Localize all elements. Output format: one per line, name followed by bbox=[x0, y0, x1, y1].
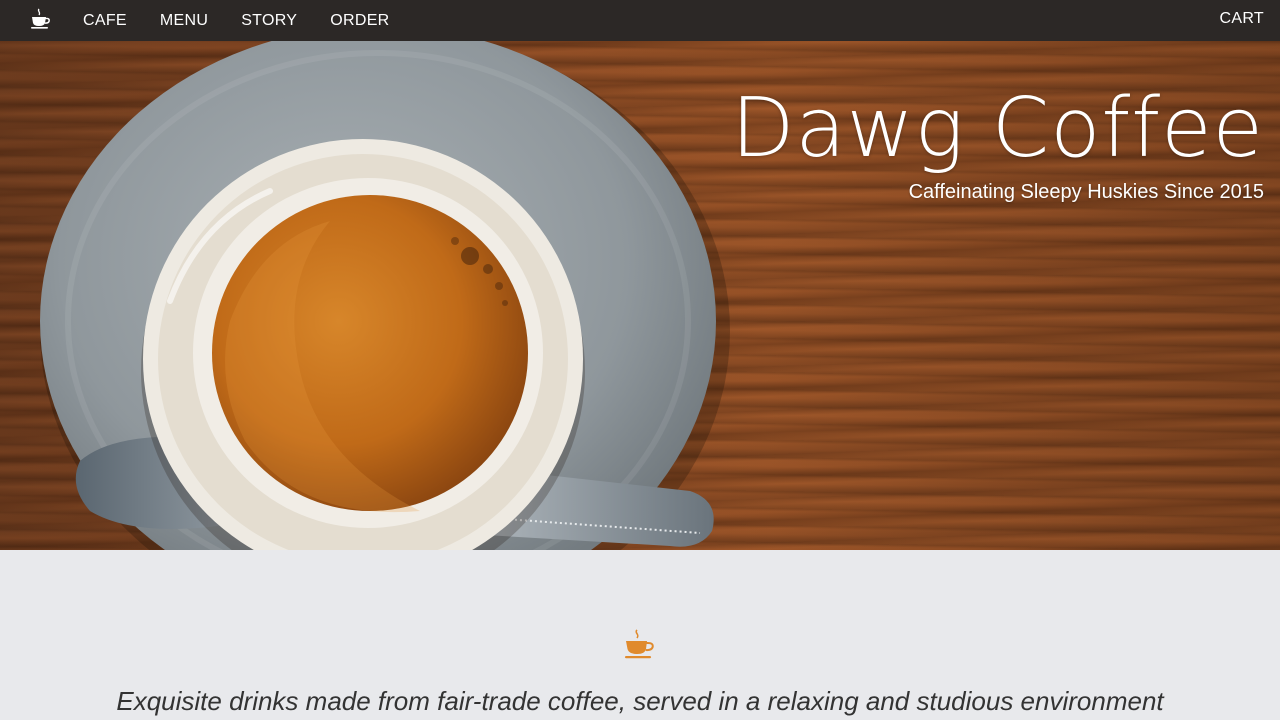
coffee-cup-icon[interactable] bbox=[30, 8, 52, 30]
hero-title: Dawg Coffee bbox=[731, 81, 1264, 176]
nav-link-order[interactable]: ORDER bbox=[330, 12, 389, 30]
hero-subtitle: Caffeinating Sleepy Huskies Since 2015 bbox=[908, 181, 1264, 203]
nav-link-story[interactable]: STORY bbox=[241, 12, 297, 30]
nav-links: CAFE MENU STORY ORDER bbox=[83, 0, 423, 41]
hero-banner: Dawg Coffee Caffeinating Sleepy Huskies … bbox=[0, 41, 1280, 550]
intro-section: Exquisite drinks made from fair-trade co… bbox=[0, 550, 1280, 720]
coffee-cup-icon bbox=[624, 628, 656, 660]
nav-link-cafe[interactable]: CAFE bbox=[83, 12, 127, 30]
top-navbar: CAFE MENU STORY ORDER CART bbox=[0, 0, 1280, 41]
tagline: Exquisite drinks made from fair-trade co… bbox=[116, 686, 1164, 716]
cart-link[interactable]: CART bbox=[1220, 10, 1264, 28]
nav-link-menu[interactable]: MENU bbox=[160, 12, 208, 30]
